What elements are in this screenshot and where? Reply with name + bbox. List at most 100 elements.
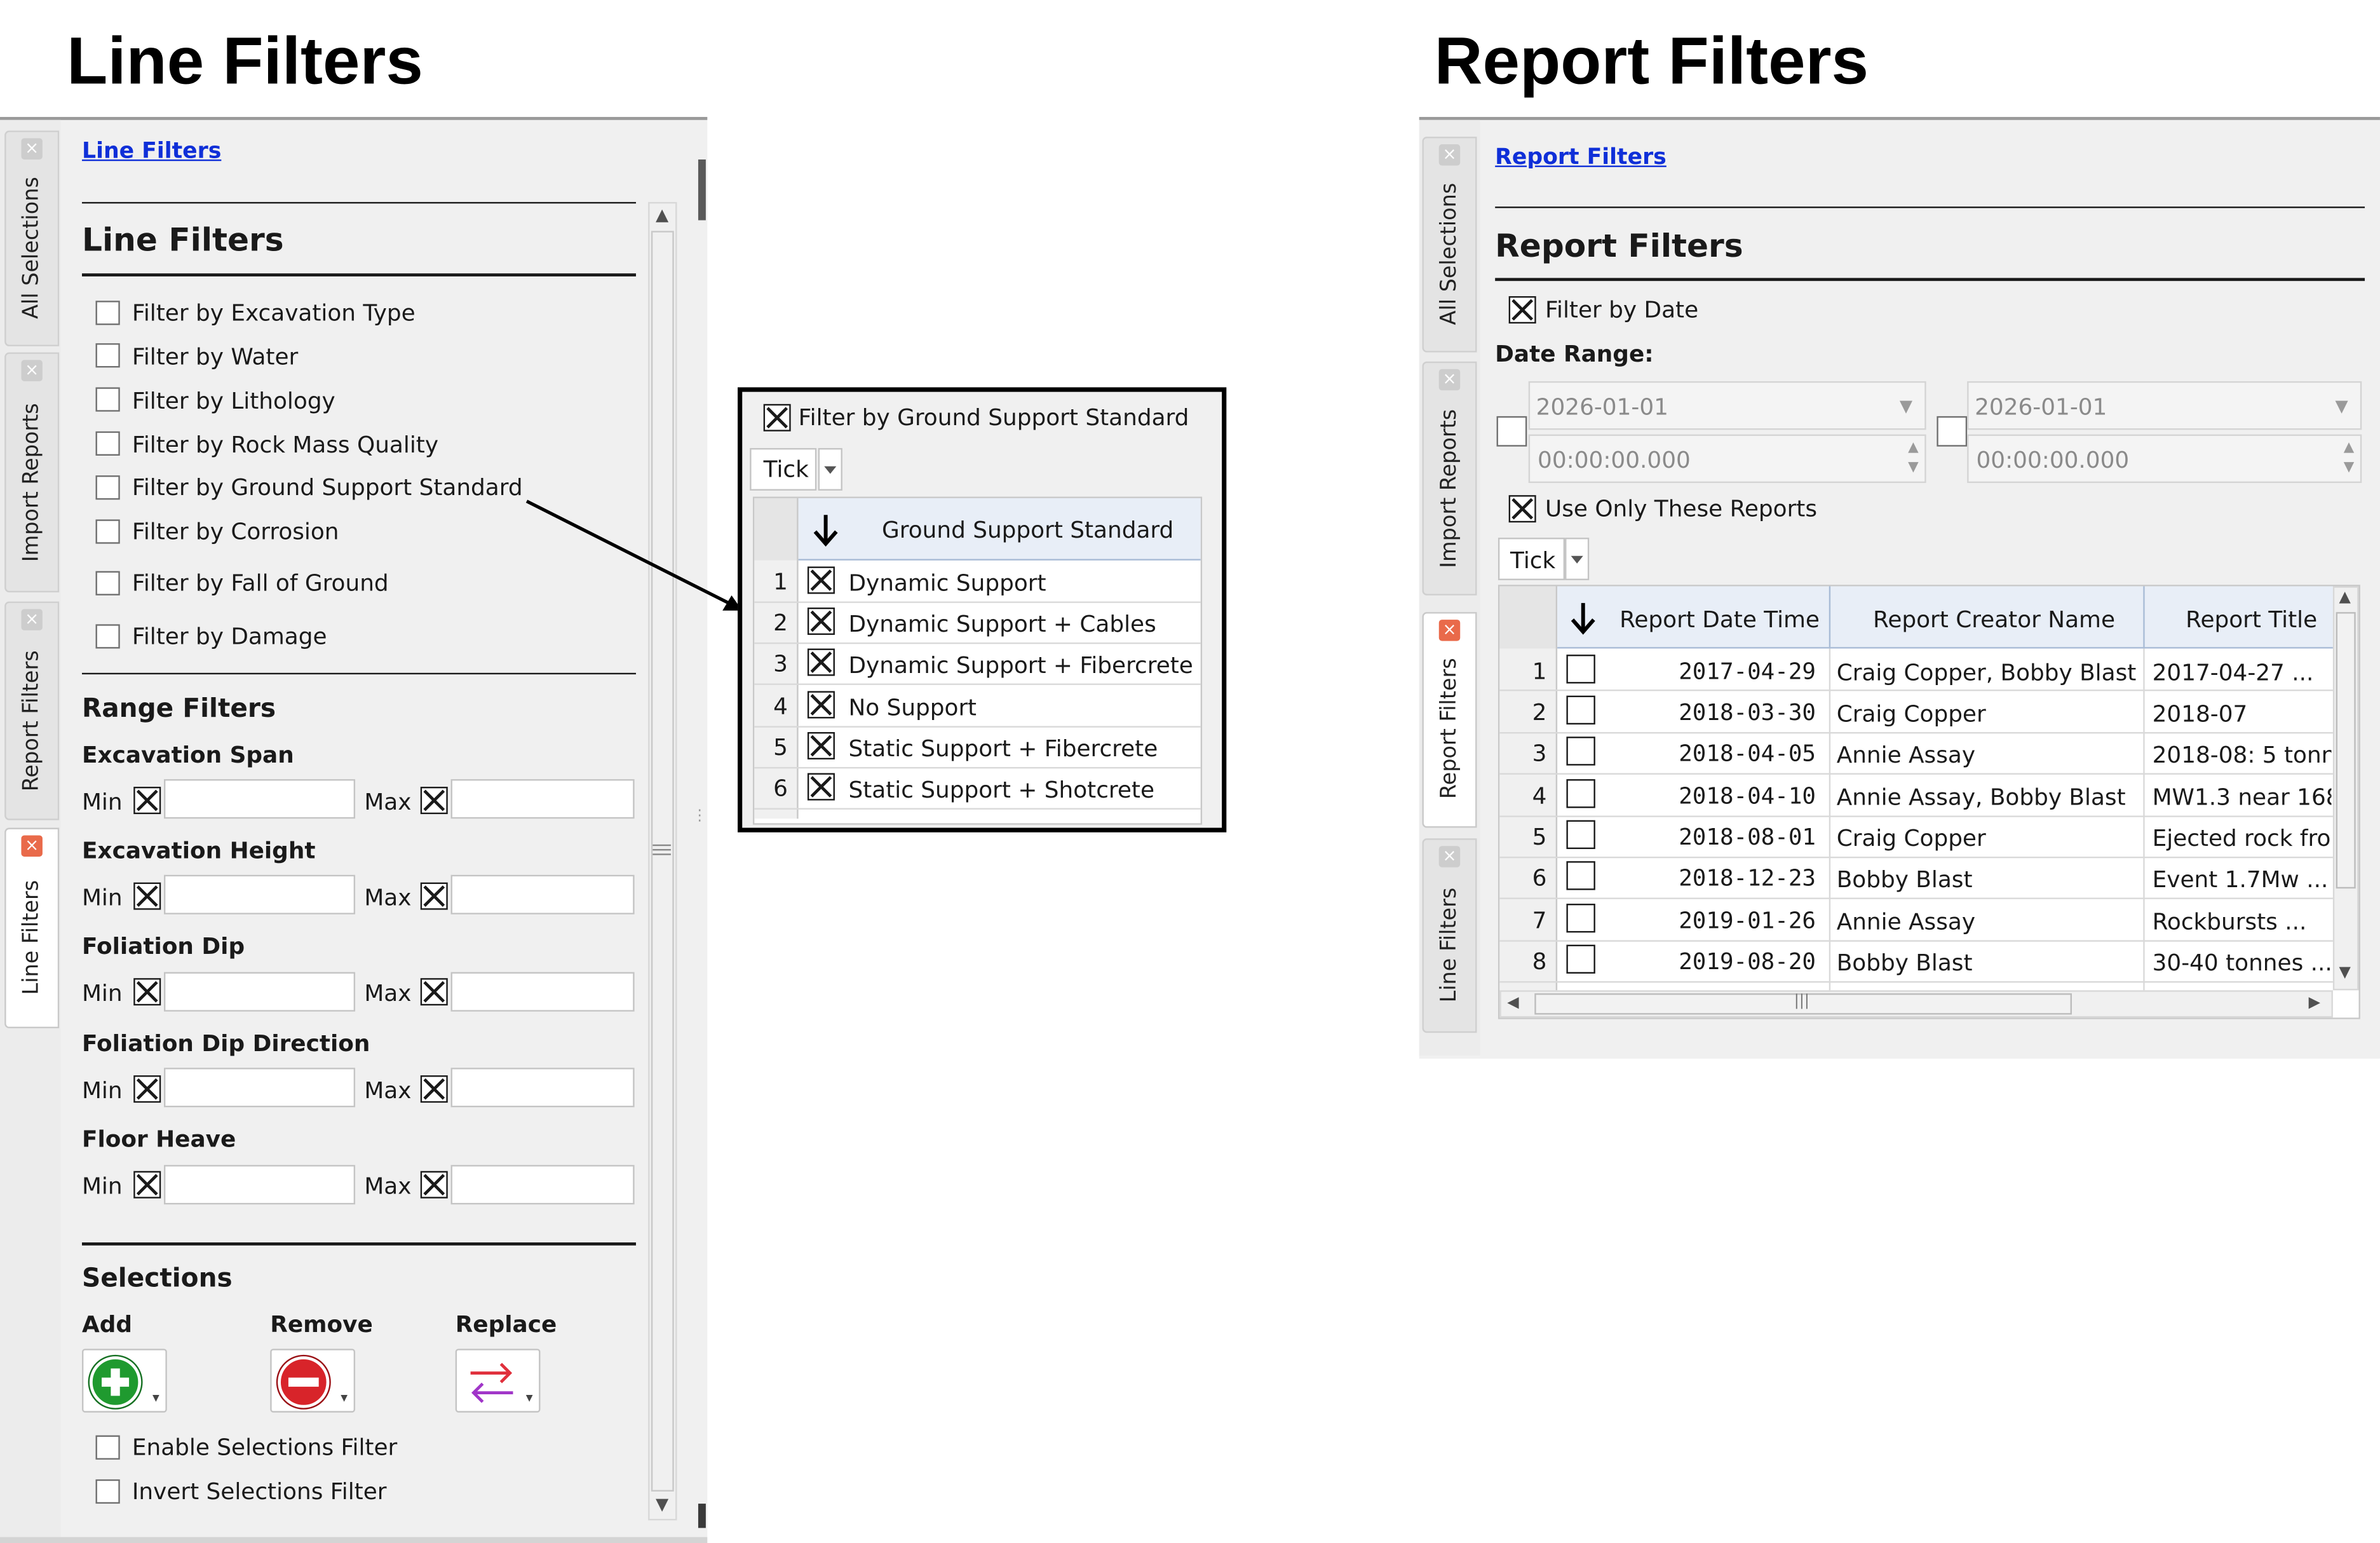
grid-vertical-scrollbar[interactable]: ▲ ▼ [2332,586,2359,991]
lithology-checkbox[interactable] [95,387,120,412]
checkbox-label: Filter by Water [132,343,299,371]
row-checkbox[interactable] [1566,820,1595,850]
dip-max-input[interactable] [450,972,635,1012]
scroll-right-icon[interactable]: ▶ [2309,995,2320,1011]
scroll-down-icon[interactable]: ▼ [2339,965,2350,981]
column-header-creator[interactable]: Report Creator Name [1873,606,2115,634]
date-to-enable-checkbox[interactable] [1937,416,1968,447]
max-enabled-checkbox[interactable] [420,882,448,910]
max-enabled-checkbox[interactable] [420,1171,448,1199]
dip-min-input[interactable] [164,972,356,1012]
enable-selections-filter-checkbox[interactable] [95,1435,120,1460]
fall-of-ground-checkbox[interactable] [95,571,120,595]
span-max-input[interactable] [450,779,635,819]
row-checkbox[interactable] [807,566,835,594]
row-checkbox[interactable] [807,608,835,636]
corrosion-checkbox[interactable] [95,519,120,544]
filter-by-date-checkbox[interactable] [1508,296,1536,324]
dip-direction-max-input[interactable] [450,1068,635,1108]
scroll-up-icon[interactable]: ▲ [656,205,668,225]
time-to-spinner[interactable]: 00:00:00.000 ▲ ▼ [1967,434,2362,484]
row-checkbox[interactable] [1566,861,1595,890]
height-min-input[interactable] [164,874,356,914]
scroll-left-icon[interactable]: ◀ [1507,995,1518,1011]
close-icon[interactable]: × [21,835,43,857]
dip-direction-min-input[interactable] [164,1068,356,1108]
row-checkbox[interactable] [807,648,835,676]
time-from-spinner[interactable]: 00:00:00.000 ▲ ▼ [1528,434,1926,484]
spinner-arrows-icon[interactable]: ▲ ▼ [2344,439,2355,479]
floor-heave-max-input[interactable] [450,1165,635,1205]
tick-button[interactable]: Tick [1498,538,1565,580]
row-checkbox[interactable] [1566,737,1595,766]
min-enabled-checkbox[interactable] [133,978,161,1006]
column-header[interactable]: Ground Support Standard [798,498,1201,561]
close-icon[interactable]: × [1438,369,1461,391]
scroll-thumb[interactable]: ||| [1534,993,2072,1015]
min-enabled-checkbox[interactable] [133,1075,161,1103]
close-icon[interactable]: × [21,138,43,160]
date-from-enable-checkbox[interactable] [1496,416,1527,447]
remove-selection-button[interactable]: ▾ [270,1349,356,1413]
tick-dropdown-button[interactable] [1565,538,1590,580]
tab-line-filters[interactable]: × Line Filters [4,827,60,1029]
line-filters-link[interactable]: Line Filters [82,140,221,164]
date-from-picker[interactable]: 2026-01-01 ▼ [1528,381,1926,430]
close-icon[interactable]: × [1438,620,1461,641]
report-filters-link[interactable]: Report Filters [1495,146,1667,170]
max-enabled-checkbox[interactable] [420,978,448,1006]
row-checkbox[interactable] [807,691,835,719]
min-enabled-checkbox[interactable] [133,787,161,815]
row-checkbox[interactable] [807,731,835,759]
tab-report-filters[interactable]: × Report Filters [1422,612,1477,828]
tab-all-selections[interactable]: × All Selections [4,130,60,346]
tab-import-reports[interactable]: × Import Reports [4,352,60,593]
column-header-date[interactable]: Report Date Time [1619,606,1820,634]
close-icon[interactable]: × [21,360,43,381]
splitter-handle[interactable] [698,1504,706,1528]
row-checkbox[interactable] [1566,655,1595,684]
excavation-type-checkbox[interactable] [95,301,120,325]
use-only-these-reports-checkbox[interactable] [1508,495,1536,523]
height-max-input[interactable] [450,874,635,914]
scroll-thumb[interactable] [651,231,674,1492]
row-checkbox[interactable] [1566,695,1595,725]
row-checkbox[interactable] [1566,779,1595,808]
max-enabled-checkbox[interactable] [420,1075,448,1103]
damage-checkbox[interactable] [95,624,120,649]
tab-import-reports[interactable]: × Import Reports [1422,361,1477,595]
row-checkbox[interactable] [1566,944,1595,974]
date-to-picker[interactable]: 2026-01-01 ▼ [1967,381,2362,430]
close-icon[interactable]: × [1438,846,1461,867]
checkbox-label: Filter by Rock Mass Quality [132,431,439,459]
scroll-up-icon[interactable]: ▲ [2339,589,2350,606]
row-checkbox[interactable] [807,773,835,801]
rock-mass-quality-checkbox[interactable] [95,431,120,456]
tab-report-filters[interactable]: × Report Filters [4,601,60,820]
min-enabled-checkbox[interactable] [133,882,161,910]
ground-support-standard-checkbox[interactable] [95,475,120,500]
invert-selections-filter-checkbox[interactable] [95,1479,120,1504]
vertical-scrollbar[interactable]: ▲ ▼ [648,201,677,1521]
splitter-handle[interactable] [698,159,706,221]
column-header-title[interactable]: Report Title [2186,606,2317,634]
span-min-input[interactable] [164,779,356,819]
scroll-thumb[interactable] [2336,612,2356,889]
replace-selection-button[interactable]: ▾ [455,1349,541,1413]
spinner-arrows-icon[interactable]: ▲ ▼ [1908,439,1919,479]
tab-line-filters[interactable]: × Line Filters [1422,838,1477,1033]
water-checkbox[interactable] [95,343,120,368]
tick-dropdown-button[interactable] [818,448,842,491]
row-checkbox[interactable] [1566,904,1595,933]
grid-horizontal-scrollbar[interactable]: ◀ ||| ▶ [1499,990,2333,1018]
max-enabled-checkbox[interactable] [420,787,448,815]
close-icon[interactable]: × [1438,144,1461,166]
scroll-down-icon[interactable]: ▼ [656,1495,668,1514]
tick-button[interactable]: Tick [750,448,817,491]
min-enabled-checkbox[interactable] [133,1171,161,1199]
floor-heave-min-input[interactable] [164,1165,356,1205]
add-selection-button[interactable]: ▾ [82,1349,167,1413]
filter-ground-support-checkbox[interactable] [763,404,791,432]
close-icon[interactable]: × [21,609,43,630]
tab-all-selections[interactable]: × All Selections [1422,137,1477,353]
